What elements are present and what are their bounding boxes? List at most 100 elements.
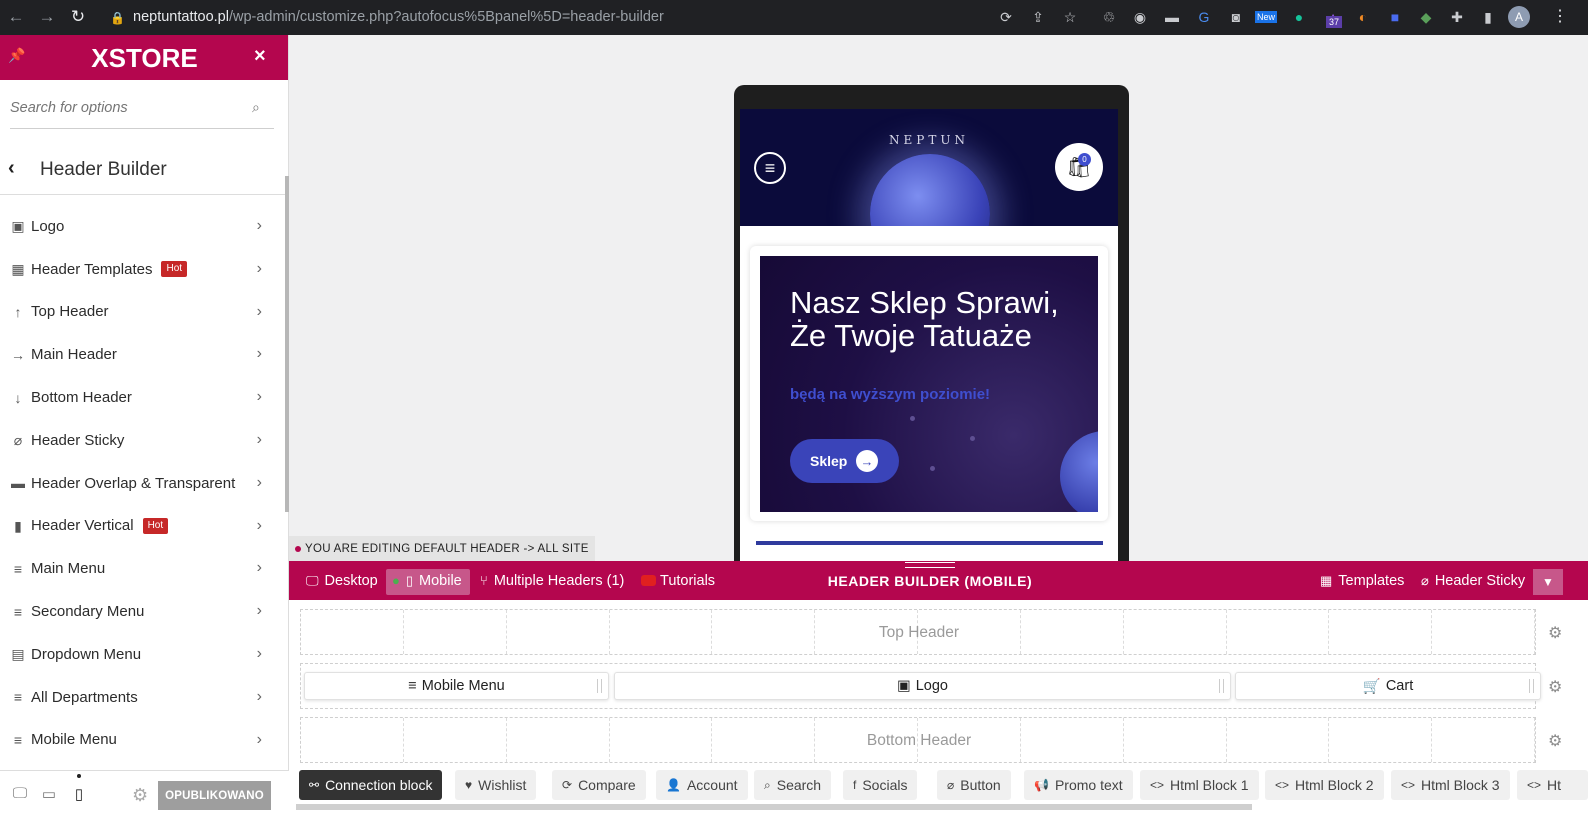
menu-item-label: Logo: [31, 217, 65, 235]
hero-banner: Nasz Sklep Sprawi, Że Twoje Tatuaże będą…: [760, 256, 1098, 512]
menu-item-mobile-menu[interactable]: ≡ Mobile Menu ›: [0, 719, 284, 762]
logo-block[interactable]: ▣ Logo: [614, 672, 1231, 700]
menu-item-main-header[interactable]: → Main Header ›: [0, 333, 284, 376]
header-sticky-button[interactable]: ⌀ Header Sticky: [1421, 561, 1525, 600]
row-settings-gear-icon[interactable]: ⚙: [1548, 677, 1562, 697]
element-html-block-3[interactable]: <> Html Block 3: [1391, 770, 1510, 800]
menu-item-label: Secondary Menu: [31, 603, 145, 621]
star-decoration: [970, 436, 975, 441]
back-arrow-icon[interactable]: ←: [4, 5, 28, 29]
tablet-preview-icon[interactable]: ▭: [39, 785, 59, 805]
row-settings-gear-icon[interactable]: ⚙: [1548, 731, 1562, 751]
bookmark-star-icon[interactable]: ☆: [1059, 6, 1081, 28]
profile-avatar[interactable]: A: [1508, 6, 1530, 28]
element-label: Connection block: [325, 777, 433, 793]
extension-recycle-icon[interactable]: ♲: [1098, 6, 1120, 28]
planet-decoration: [1060, 431, 1098, 512]
element-account[interactable]: 👤 Account: [656, 770, 748, 800]
elements-scrollbar[interactable]: [296, 804, 1252, 810]
row-settings-gear-icon[interactable]: ⚙: [1548, 623, 1562, 643]
extension-green-icon[interactable]: ◆: [1415, 6, 1437, 28]
extension-new-badge[interactable]: New: [1255, 11, 1277, 23]
extension-camera-icon[interactable]: ◙: [1225, 6, 1247, 28]
extension-orange-icon[interactable]: ◐: [1352, 6, 1374, 28]
link-icon: ⌀: [947, 778, 955, 792]
hot-badge: Hot: [161, 261, 188, 278]
menu-item-label: Bottom Header: [31, 389, 132, 407]
extension-globe-icon[interactable]: ◉: [1129, 6, 1151, 28]
side-panel-icon[interactable]: ▮: [1477, 6, 1499, 28]
hamburger-menu-icon[interactable]: ≡: [754, 152, 786, 184]
hero-subtitle: będą na wyższym poziomie!: [790, 386, 991, 403]
desktop-preview-icon[interactable]: 🖵: [10, 785, 30, 805]
extensions-puzzle-icon[interactable]: ✚: [1446, 6, 1468, 28]
address-bar[interactable]: 🔒 neptuntattoo.pl/wp-admin/customize.php…: [110, 6, 664, 28]
reload-icon[interactable]: ↻: [66, 5, 90, 29]
xstore-logo: XSTORE: [91, 43, 198, 73]
element-search[interactable]: ⌕ Search: [754, 770, 832, 800]
menu-item-header-sticky[interactable]: ⌀ Header Sticky ›: [0, 419, 284, 462]
extension-grammarly-icon[interactable]: ●: [1288, 6, 1310, 28]
collapse-chevron-icon[interactable]: ▼: [1533, 569, 1563, 595]
top-header-row[interactable]: Top Header ⚙: [300, 609, 1562, 655]
mobile-preview-icon[interactable]: ▯: [69, 785, 89, 805]
settings-gear-icon[interactable]: ⚙: [132, 785, 148, 806]
element-connection-block[interactable]: ⚯ Connection block: [299, 770, 443, 800]
back-chevron-icon[interactable]: ‹: [8, 157, 15, 180]
translate-icon[interactable]: ⟳: [995, 6, 1017, 28]
menu-item-header-templates[interactable]: ▦ Header Templates Hot ›: [0, 248, 284, 291]
mobile-menu-block[interactable]: ≡ Mobile Menu: [304, 672, 609, 700]
menu-item-logo[interactable]: ▣ Logo ›: [0, 205, 284, 248]
code-icon: <>: [1150, 778, 1165, 792]
menu-item-header-vertical[interactable]: ▮ Header Vertical Hot ›: [0, 505, 284, 548]
shop-button[interactable]: Sklep →: [790, 439, 899, 483]
cart-block[interactable]: 🛒 Cart: [1235, 672, 1541, 700]
header-sticky-label: Header Sticky: [1434, 572, 1526, 589]
active-device-indicator: [77, 774, 81, 778]
menu-item-top-header[interactable]: ↑ Top Header ›: [0, 291, 284, 334]
share-icon[interactable]: ⇪: [1027, 6, 1049, 28]
drag-grip-icon[interactable]: [597, 679, 602, 693]
cart-block-label: Cart: [1385, 678, 1414, 694]
element-html-block-4[interactable]: <> Ht: [1517, 770, 1588, 800]
slider-progress-bar: [756, 541, 1103, 545]
element-compare[interactable]: ⟳ Compare: [552, 770, 646, 800]
element-html-block-2[interactable]: <> Html Block 2: [1265, 770, 1384, 800]
menu-item-secondary-menu[interactable]: ≡ Secondary Menu ›: [0, 590, 284, 633]
available-elements: ⚯ Connection block ♥ Wishlist ⟳ Compare 👤 Ac…: [289, 769, 1588, 803]
resize-handle[interactable]: [905, 562, 955, 568]
element-button[interactable]: ⌀ Button: [937, 770, 1011, 800]
element-promo-text[interactable]: 📢 Promo text: [1024, 770, 1133, 800]
forward-arrow-icon[interactable]: →: [35, 5, 59, 29]
site-header: NEPTUN ≡ 🛍 0: [740, 109, 1118, 226]
publish-button[interactable]: OPUBLIKOWANO: [158, 781, 271, 810]
extension-card-icon[interactable]: ▬: [1161, 6, 1183, 28]
extension-google-translate-icon[interactable]: G: [1193, 6, 1215, 28]
drag-grip-icon[interactable]: [1529, 679, 1534, 693]
chevron-right-icon: ›: [256, 217, 262, 234]
templates-button[interactable]: ▦ Templates: [1320, 561, 1404, 600]
site-logo[interactable]: NEPTUN: [740, 133, 1118, 147]
search-icon[interactable]: ⌕: [252, 99, 268, 115]
menu-item-all-departments[interactable]: ≡ All Departments ›: [0, 676, 284, 719]
chevron-right-icon: ›: [256, 687, 262, 705]
element-label: Promo text: [1054, 777, 1123, 793]
menu-item-bottom-header[interactable]: ↓ Bottom Header ›: [0, 376, 284, 419]
code-icon: <>: [1275, 778, 1290, 792]
element-wishlist[interactable]: ♥ Wishlist: [455, 770, 537, 800]
element-socials[interactable]: f Socials: [843, 770, 918, 800]
element-html-block-1[interactable]: <> Html Block 1: [1140, 770, 1259, 800]
close-icon[interactable]: ×: [254, 45, 266, 68]
drag-grip-icon[interactable]: [1219, 679, 1224, 693]
menu-item-header-overlap[interactable]: ▬ Header Overlap & Transparent ›: [0, 462, 284, 505]
extension-video-icon[interactable]: ■: [1384, 6, 1406, 28]
dropdown-icon: ▤: [11, 646, 25, 663]
menu-item-dropdown-menu[interactable]: ▤ Dropdown Menu ›: [0, 633, 284, 676]
menu-item-main-menu[interactable]: ≡ Main Menu ›: [0, 547, 284, 590]
browser-menu-icon[interactable]: ⋮: [1548, 6, 1572, 28]
bottom-header-row[interactable]: Bottom Header ⚙: [300, 717, 1562, 763]
main-header-row[interactable]: ≡ Mobile Menu ▣ Logo 🛒 Cart ⚙: [300, 663, 1562, 709]
vertical-icon: ▮: [14, 517, 22, 534]
search-input[interactable]: [10, 91, 240, 125]
cart-icon[interactable]: 🛍: [1055, 143, 1103, 191]
